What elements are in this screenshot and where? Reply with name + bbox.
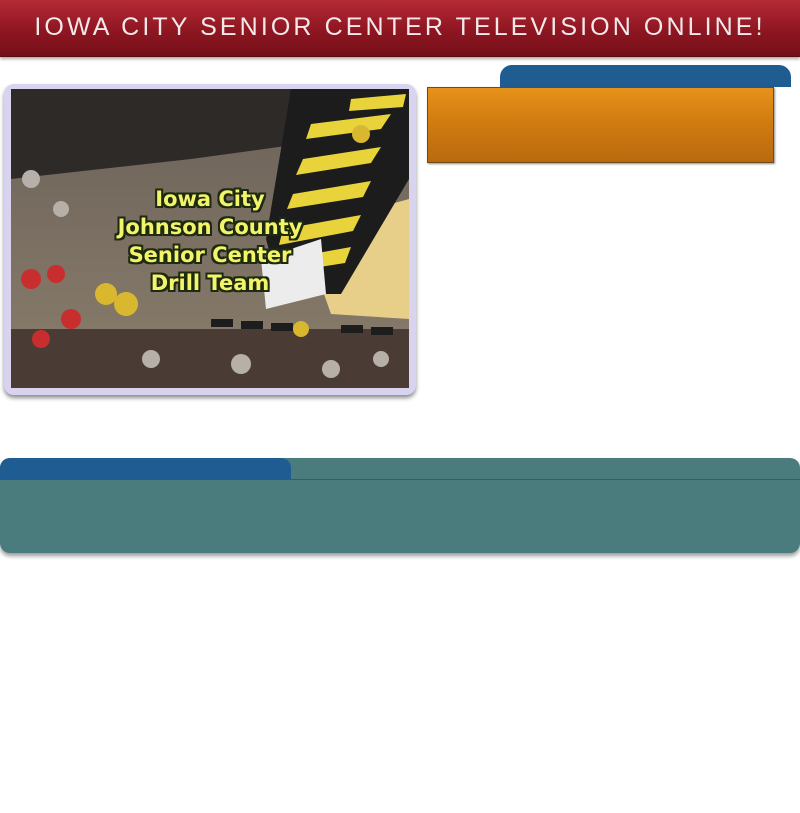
video-caption: Iowa City Johnson County Senior Center D… [11, 185, 409, 297]
video-screen[interactable]: Iowa City Johnson County Senior Center D… [11, 89, 409, 388]
video-caption-line: Senior Center [128, 243, 292, 267]
bottom-panel [0, 458, 800, 553]
video-caption-line: Iowa City [155, 187, 265, 211]
bottom-panel-tab[interactable] [0, 458, 291, 479]
site-header: IOWA CITY SENIOR CENTER TELEVISION ONLIN… [0, 0, 800, 57]
featured-box[interactable] [427, 87, 774, 163]
video-caption-line: Johnson County [117, 215, 303, 239]
video-player[interactable]: Iowa City Johnson County Senior Center D… [4, 84, 416, 395]
right-panel-tab[interactable] [500, 65, 791, 87]
video-caption-line: Drill Team [150, 271, 270, 295]
site-title: IOWA CITY SENIOR CENTER TELEVISION ONLIN… [34, 13, 766, 41]
bottom-panel-divider [0, 479, 800, 480]
